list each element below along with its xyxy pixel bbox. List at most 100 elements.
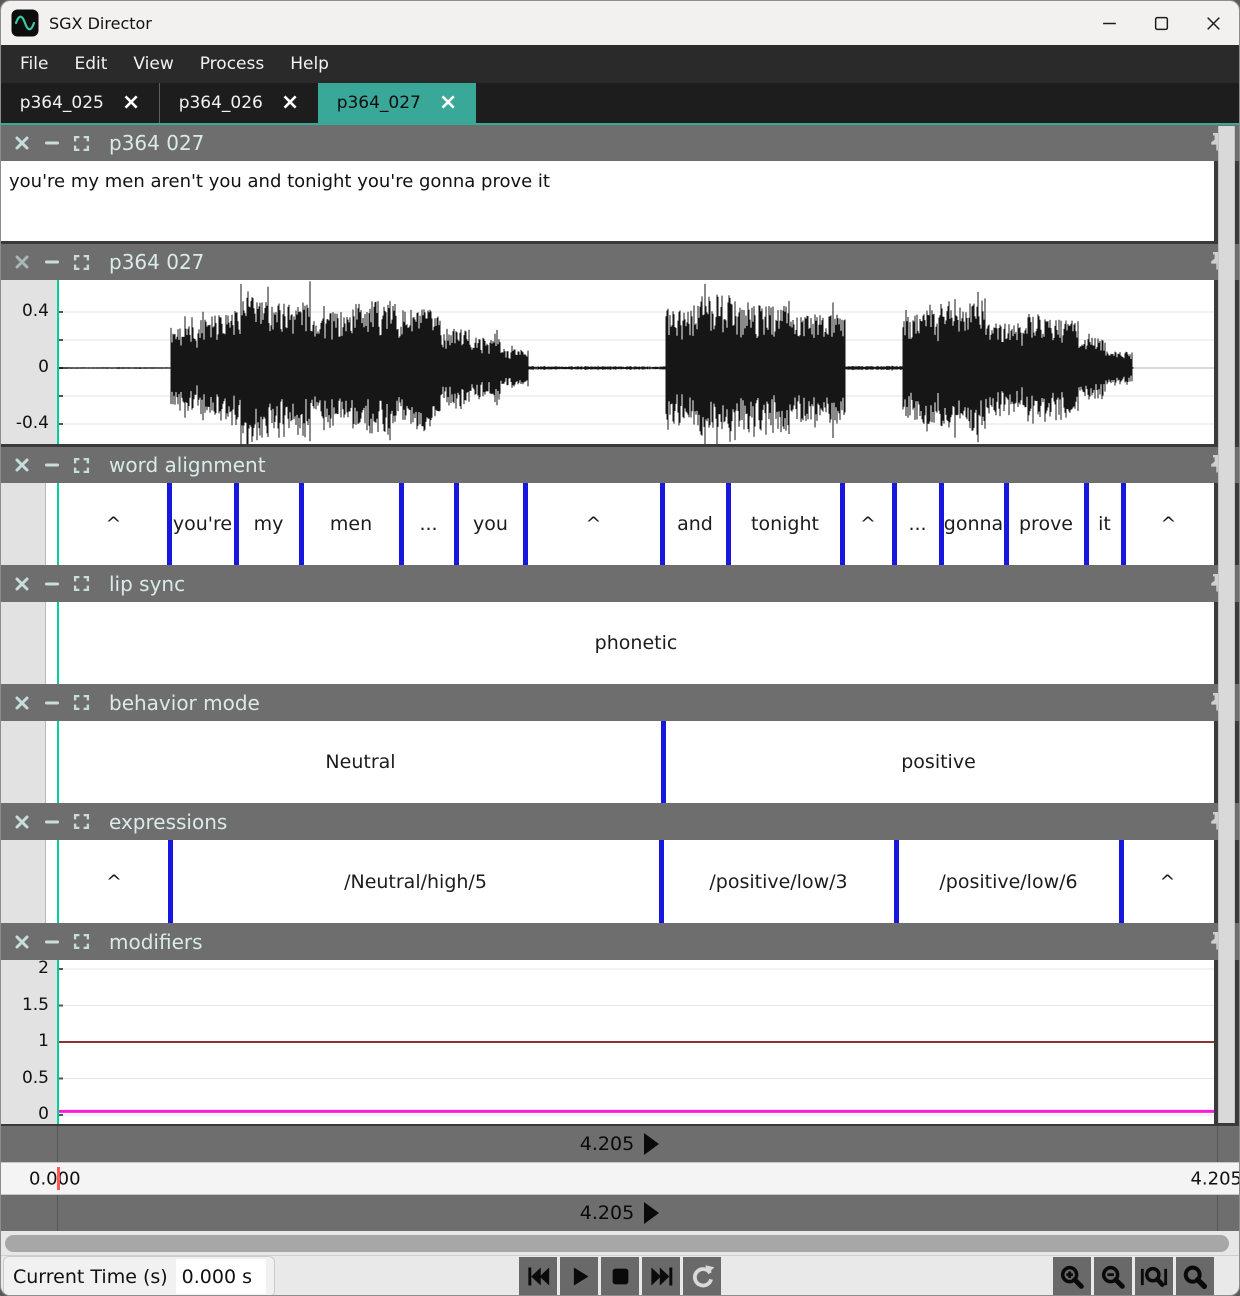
tab-p364_027[interactable]: p364_027× bbox=[318, 83, 476, 123]
segment-label[interactable]: tonight bbox=[728, 483, 842, 565]
segment-divider[interactable] bbox=[1004, 483, 1009, 565]
segment-label[interactable]: ... bbox=[401, 483, 456, 565]
modifiers-plot[interactable]: 21.510.50 bbox=[1, 960, 1214, 1124]
segment-divider[interactable] bbox=[726, 483, 731, 565]
segment-divider[interactable] bbox=[234, 483, 239, 565]
close-panel-icon[interactable] bbox=[13, 457, 30, 474]
segment-divider[interactable] bbox=[168, 840, 173, 923]
menu-file[interactable]: File bbox=[7, 45, 61, 83]
segment-label[interactable]: /Neutral/high/5 bbox=[170, 840, 661, 923]
slider-handle-icon[interactable] bbox=[643, 1201, 660, 1225]
segment-label[interactable]: phonetic bbox=[58, 602, 1214, 684]
zoom-in-button[interactable] bbox=[1053, 1257, 1091, 1296]
segment-label[interactable]: prove bbox=[1006, 483, 1086, 565]
playhead-line[interactable] bbox=[57, 960, 59, 1124]
slider-handle-icon[interactable] bbox=[643, 1132, 660, 1156]
playhead-line[interactable] bbox=[57, 280, 59, 444]
minimize-panel-icon[interactable] bbox=[43, 575, 60, 592]
menu-help[interactable]: Help bbox=[277, 45, 342, 83]
playhead-line[interactable] bbox=[57, 840, 59, 923]
segment-divider[interactable] bbox=[1084, 483, 1089, 565]
segment-divider[interactable] bbox=[454, 483, 459, 565]
vertical-scrollbar[interactable] bbox=[1218, 126, 1235, 1123]
tab-close-icon[interactable]: × bbox=[122, 93, 140, 113]
skip-to-end-button[interactable] bbox=[642, 1257, 680, 1296]
segment-label[interactable]: /positive/low/3 bbox=[661, 840, 896, 923]
segment-label[interactable]: ^ bbox=[1121, 840, 1214, 923]
close-panel-icon[interactable] bbox=[13, 813, 30, 830]
expand-panel-icon[interactable] bbox=[73, 254, 90, 271]
timeline-slider-top[interactable]: 4.205 bbox=[1, 1126, 1239, 1162]
playhead-line[interactable] bbox=[57, 483, 59, 565]
expand-panel-icon[interactable] bbox=[73, 135, 90, 152]
minimize-window-icon[interactable] bbox=[1083, 1, 1135, 45]
segment-divider[interactable] bbox=[1119, 840, 1124, 923]
expand-panel-icon[interactable] bbox=[73, 813, 90, 830]
segment-label[interactable]: and bbox=[662, 483, 728, 565]
timeline-slider-bottom[interactable]: 4.205 bbox=[1, 1195, 1239, 1231]
minimize-panel-icon[interactable] bbox=[43, 813, 60, 830]
segment-label[interactable]: it bbox=[1086, 483, 1123, 565]
minimize-panel-icon[interactable] bbox=[43, 135, 60, 152]
menu-edit[interactable]: Edit bbox=[61, 45, 120, 83]
close-panel-icon[interactable] bbox=[13, 694, 30, 711]
zoom-fit-button[interactable] bbox=[1135, 1257, 1173, 1296]
tab-p364_026[interactable]: p364_026× bbox=[159, 83, 318, 123]
close-panel-icon[interactable] bbox=[13, 254, 30, 271]
time-ruler[interactable]: 0.000 4.205 bbox=[1, 1162, 1239, 1195]
playhead-line[interactable] bbox=[57, 602, 59, 684]
segment-label[interactable]: ^ bbox=[58, 483, 169, 565]
segment-divider[interactable] bbox=[167, 483, 172, 565]
minimize-panel-icon[interactable] bbox=[43, 694, 60, 711]
segment-label[interactable]: my bbox=[236, 483, 301, 565]
segment-divider[interactable] bbox=[659, 840, 664, 923]
close-panel-icon[interactable] bbox=[13, 135, 30, 152]
segment-label[interactable]: gonna bbox=[941, 483, 1006, 565]
segment-label[interactable]: ^ bbox=[842, 483, 894, 565]
stop-button[interactable] bbox=[601, 1257, 639, 1296]
maximize-window-icon[interactable] bbox=[1135, 1, 1187, 45]
segment-divider[interactable] bbox=[939, 483, 944, 565]
segment-divider[interactable] bbox=[894, 840, 899, 923]
close-panel-icon[interactable] bbox=[13, 933, 30, 950]
segment-label[interactable]: ^ bbox=[58, 840, 170, 923]
ruler-playhead[interactable] bbox=[57, 1167, 60, 1190]
segment-label[interactable]: ^ bbox=[525, 483, 662, 565]
loop-button[interactable] bbox=[683, 1257, 721, 1296]
segment-divider[interactable] bbox=[661, 721, 666, 803]
segment-divider[interactable] bbox=[399, 483, 404, 565]
segment-divider[interactable] bbox=[840, 483, 845, 565]
segment-divider[interactable] bbox=[892, 483, 897, 565]
menu-process[interactable]: Process bbox=[187, 45, 278, 83]
minimize-panel-icon[interactable] bbox=[43, 933, 60, 950]
segment-divider[interactable] bbox=[1121, 483, 1126, 565]
horizontal-scrollbar-thumb[interactable] bbox=[5, 1235, 1229, 1252]
minimize-panel-icon[interactable] bbox=[43, 457, 60, 474]
tab-close-icon[interactable]: × bbox=[439, 93, 457, 113]
segment-divider[interactable] bbox=[523, 483, 528, 565]
horizontal-scrollbar[interactable] bbox=[1, 1231, 1239, 1255]
play-button[interactable] bbox=[560, 1257, 598, 1296]
tab-p364_025[interactable]: p364_025× bbox=[1, 83, 159, 123]
current-time-field[interactable]: 0.000 s bbox=[176, 1259, 266, 1294]
expand-panel-icon[interactable] bbox=[73, 575, 90, 592]
expand-panel-icon[interactable] bbox=[73, 694, 90, 711]
menu-view[interactable]: View bbox=[120, 45, 186, 83]
close-window-icon[interactable] bbox=[1187, 1, 1239, 45]
segment-label[interactable]: Neutral bbox=[58, 721, 663, 803]
tab-close-icon[interactable]: × bbox=[281, 93, 299, 113]
zoom-out-button[interactable] bbox=[1094, 1257, 1132, 1296]
close-panel-icon[interactable] bbox=[13, 575, 30, 592]
segment-label[interactable]: you bbox=[456, 483, 525, 565]
waveform-plot[interactable]: 0.40-0.4 bbox=[1, 280, 1214, 444]
segment-label[interactable]: positive bbox=[663, 721, 1214, 803]
segment-label[interactable]: men bbox=[301, 483, 401, 565]
segment-label[interactable]: ^ bbox=[1123, 483, 1214, 565]
playhead-line[interactable] bbox=[57, 721, 59, 803]
expand-panel-icon[interactable] bbox=[73, 933, 90, 950]
zoom-button[interactable] bbox=[1176, 1257, 1214, 1296]
skip-to-start-button[interactable] bbox=[519, 1257, 557, 1296]
minimize-panel-icon[interactable] bbox=[43, 254, 60, 271]
segment-label[interactable]: you're bbox=[169, 483, 236, 565]
segment-divider[interactable] bbox=[299, 483, 304, 565]
